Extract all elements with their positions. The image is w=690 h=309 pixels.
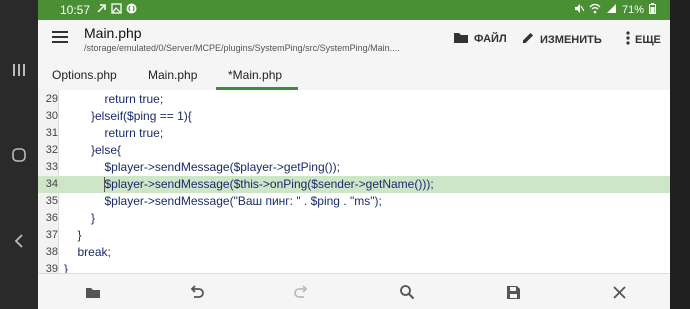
- file-title: Main.php: [84, 25, 142, 41]
- line-number: 35: [45, 195, 58, 207]
- battery-icon: [649, 3, 656, 17]
- redo-icon[interactable]: [292, 283, 310, 301]
- search-icon[interactable]: [398, 283, 416, 301]
- file-menu-button[interactable]: ФАЙЛ: [453, 31, 507, 47]
- more-menu-label: ЕЩЕ: [635, 33, 661, 46]
- undo-icon[interactable]: [188, 283, 206, 301]
- battery-text: 71%: [621, 4, 644, 16]
- tab-options-php[interactable]: Options.php: [52, 68, 117, 82]
- mute-icon: [573, 3, 585, 17]
- line-number: 38: [45, 246, 58, 258]
- edit-menu-button[interactable]: ИЗМЕНИТЬ: [521, 31, 602, 48]
- code-text: return true;: [104, 92, 164, 106]
- code-line[interactable]: 34 $player->sendMessage($this->onPing($se…: [38, 176, 670, 193]
- code-line[interactable]: 38 break;: [38, 244, 670, 261]
- text-cursor: [104, 177, 105, 192]
- bottom-action-bar: [38, 273, 670, 309]
- line-number: 33: [45, 161, 58, 173]
- code-line[interactable]: 35 $player->sendMessage("Ваш пинг: " . $p…: [38, 193, 670, 210]
- file-path: /storage/emulated/0/Server/MCPE/plugins/…: [84, 43, 400, 53]
- status-bar: 10:57 71%: [38, 0, 670, 20]
- line-number: 30: [45, 110, 58, 122]
- code-text: $player->sendMessage("Ваш пинг: " . $pin…: [104, 194, 382, 208]
- line-number: 34: [45, 178, 58, 190]
- code-text: break;: [77, 245, 111, 259]
- code-text: }elseif($ping == 1){: [91, 109, 192, 123]
- shazam-icon: [126, 3, 137, 17]
- menu-icon[interactable]: [52, 30, 72, 50]
- code-text: $player->sendMessage($this->onPing($send…: [104, 177, 434, 191]
- code-text: }: [77, 228, 82, 242]
- code-line[interactable]: 31 return true;: [38, 125, 670, 142]
- android-nav-rail: [0, 0, 38, 309]
- line-number: 31: [45, 127, 58, 139]
- code-line[interactable]: 29 return true;: [38, 91, 670, 108]
- tab-main-php[interactable]: Main.php: [148, 68, 197, 82]
- more-menu-button[interactable]: ЕЩЕ: [626, 31, 661, 48]
- tab-bar: Options.php Main.php *Main.php: [38, 60, 670, 91]
- line-number: 37: [45, 229, 58, 241]
- code-text: $player->sendMessage($player->getPing())…: [104, 160, 340, 174]
- home-icon[interactable]: [9, 145, 29, 165]
- code-text: }: [91, 211, 96, 225]
- line-number: 36: [45, 212, 58, 224]
- open-folder-icon[interactable]: [84, 283, 102, 301]
- app-screen: 10:57 71% Main.php /storage/emulated/0/S…: [38, 0, 670, 309]
- status-time: 10:57: [60, 3, 91, 17]
- folder-icon: [453, 31, 469, 47]
- signal-icon: [606, 3, 617, 17]
- code-line[interactable]: 36}: [38, 210, 670, 227]
- missed-call-icon: [96, 3, 107, 17]
- screen-edge: [670, 0, 690, 309]
- code-line[interactable]: 30 }elseif($ping == 1){: [38, 108, 670, 125]
- file-menu-label: ФАЙЛ: [474, 33, 507, 45]
- code-editor[interactable]: 29 return true; 30 }elseif($ping == 1){ 31 re…: [38, 90, 670, 276]
- code-text: return true;: [104, 126, 164, 140]
- save-icon[interactable]: [504, 283, 522, 301]
- close-icon[interactable]: [610, 283, 628, 301]
- more-vert-icon: [626, 31, 630, 48]
- line-number: 29: [45, 93, 58, 105]
- line-number: 32: [45, 144, 58, 156]
- tab-main-php-modified[interactable]: *Main.php: [228, 68, 282, 82]
- code-line[interactable]: 37}: [38, 227, 670, 244]
- edit-menu-label: ИЗМЕНИТЬ: [540, 33, 602, 46]
- code-text: }else{: [91, 143, 122, 157]
- app-toolbar: Main.php /storage/emulated/0/Server/MCPE…: [38, 20, 670, 60]
- image-icon: [111, 3, 122, 17]
- pencil-icon: [521, 31, 535, 48]
- wifi-icon: [589, 3, 601, 17]
- back-icon[interactable]: [9, 231, 29, 251]
- code-line[interactable]: 33 $player->sendMessage($player->getPing(…: [38, 159, 670, 176]
- code-line[interactable]: 32 }else{: [38, 142, 670, 159]
- recent-apps-icon[interactable]: [9, 60, 29, 80]
